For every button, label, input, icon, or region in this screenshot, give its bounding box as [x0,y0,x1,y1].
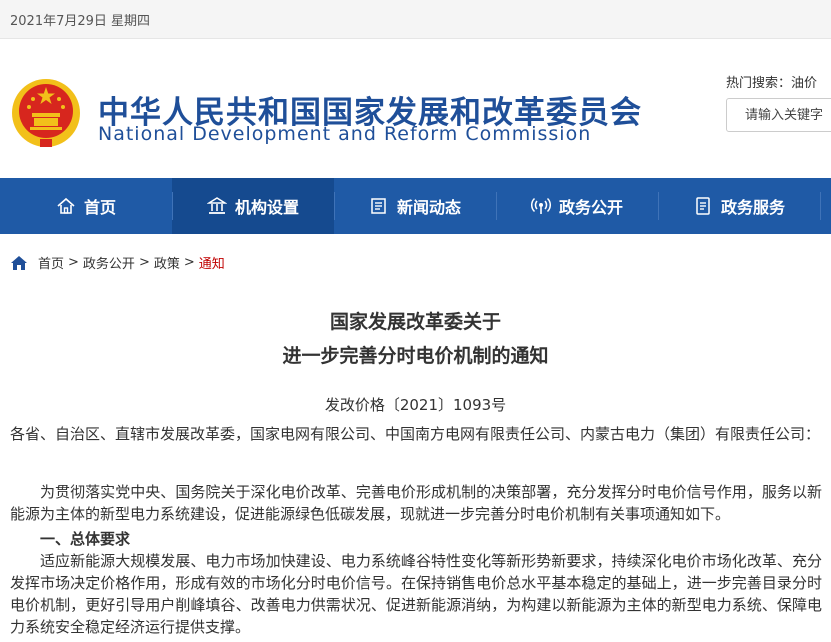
hot-search-label: 热门搜索： [726,76,792,91]
home-icon [57,197,75,214]
document-icon [696,197,710,215]
breadcrumb-separator: > [138,255,150,270]
top-bar: 2021年7月29日 星期四 [0,0,831,39]
nav-item-government-affairs[interactable]: 政务公开 [496,178,658,234]
nav-item-label: 新闻动态 [396,198,461,217]
article-intro: 为贯彻落实党中央、国务院关于深化电价改革、完善电价形成机制的决策部署，充分发挥分… [10,483,822,523]
nav-divider [658,192,659,220]
breadcrumb: 首页 > 政务公开 > 政策 > 通知 [10,253,225,272]
search-input[interactable] [727,99,831,131]
nav-item-government-services[interactable]: 政务服务 [658,178,820,234]
nav-divider [820,192,821,220]
breadcrumb-policy[interactable]: 政策 [154,253,180,272]
article-recipients: 各省、自治区、直辖市发展改革委，国家电网有限公司、中国南方电网有限责任公司、内蒙… [10,425,821,443]
breadcrumb-home[interactable]: 首页 [38,253,64,272]
main-nav: 首页 机构设置 新闻动态 政务公开 政务服务 [0,178,831,234]
nav-item-news[interactable]: 新闻动态 [334,178,496,234]
nav-divider [496,192,497,220]
nav-divider [172,192,173,220]
nav-item-label: 政务服务 [720,198,785,217]
breadcrumb-separator: > [183,255,195,270]
breadcrumb-separator: > [68,255,79,270]
news-icon [371,198,386,214]
hot-search-keyword[interactable]: 油价 [791,76,817,91]
institution-icon [206,197,227,214]
breadcrumb-current: 通知 [198,257,225,272]
hot-search: 热门搜索：油价 [726,72,817,91]
nav-item-home[interactable]: 首页 [0,178,172,234]
document-number: 发改价格〔2021〕1093号 [324,396,507,414]
article-title-line1: 国家发展改革委关于 [329,311,501,333]
home-icon[interactable] [10,255,28,271]
search-box [726,98,831,132]
site-title-english: National Development and Reform Commissi… [98,123,592,145]
section-body: 适应新能源大规模发展、电力市场加快建设、电力系统峰谷特性变化等新形势新要求，持续… [10,552,822,636]
nav-item-institution[interactable]: 机构设置 [172,178,334,234]
national-emblem-icon [12,79,80,148]
nav-item-label: 机构设置 [234,198,299,217]
site-header: 中华人民共和国国家发展和改革委员会 National Development a… [0,39,831,178]
nav-item-label: 首页 [83,198,116,217]
nav-divider [334,192,335,220]
section-heading: 一、总体要求 [40,530,131,548]
current-date: 2021年7月29日 星期四 [10,14,151,29]
nav-item-label: 政务公开 [558,198,623,217]
breadcrumb-government-affairs[interactable]: 政务公开 [83,253,135,272]
article-title-line2: 进一步完善分时电价机制的通知 [282,345,549,367]
broadcast-icon [530,197,551,214]
